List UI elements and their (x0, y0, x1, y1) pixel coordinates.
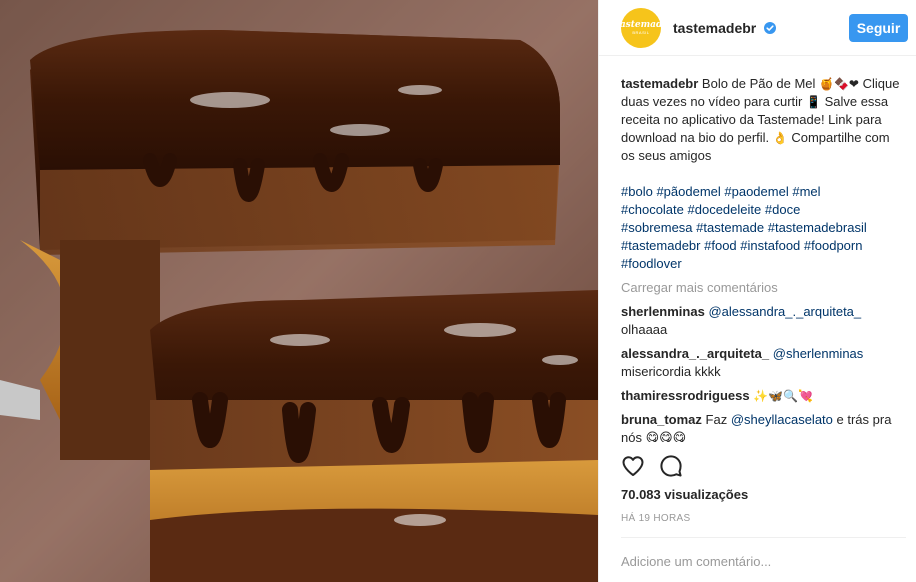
caption-username[interactable]: tastemadebr (621, 76, 698, 91)
avatar-logo-text: Tastemade (614, 20, 668, 30)
instagram-post: Tastemade BRASIL tastemadebr Seguir tast… (0, 0, 916, 582)
username-text: tastemadebr (673, 19, 757, 36)
comment: alessandra_._arquiteta_ @sherlenminas mi… (621, 345, 906, 381)
hashtag[interactable]: #tastemadebr (621, 238, 701, 253)
hashtag[interactable]: #tastemade (696, 220, 764, 235)
hashtag[interactable]: #paodemel (724, 184, 788, 199)
comment-text-before: Faz (701, 412, 731, 427)
hashtags: #bolo #pãodemel #paodemel #mel #chocolat… (621, 183, 906, 273)
follow-button[interactable]: Seguir (849, 13, 908, 42)
caption-emoji-1: 🍯🍫❤ (819, 77, 859, 91)
comment-mention[interactable]: @alessandra_._arquiteta_ (708, 304, 861, 319)
comments-list[interactable]: tastemadebr Bolo de Pão de Mel 🍯🍫❤ Cliqu… (621, 75, 906, 442)
comment-icon[interactable] (659, 454, 683, 478)
hashtag[interactable]: #sobremesa (621, 220, 693, 235)
verified-badge-icon (764, 21, 777, 34)
post-video[interactable] (0, 0, 598, 582)
comment: sherlenminas @alessandra_._arquiteta_ ol… (621, 303, 906, 339)
comment-text: olhaaaa (621, 322, 668, 337)
hashtag[interactable]: #instafood (740, 238, 800, 253)
comment: thamiressrodriguess ✨🦋🔍💘 (621, 387, 906, 405)
hashtag[interactable]: #bolo (621, 184, 653, 199)
caption: tastemadebr Bolo de Pão de Mel 🍯🍫❤ Cliqu… (621, 75, 906, 165)
comment-text: misericordia kkkk (621, 364, 721, 379)
load-more-comments-link[interactable]: Carregar mais comentários (621, 279, 906, 297)
avatar-logo-sub: BRASIL (632, 30, 650, 35)
username-link[interactable]: tastemadebr (673, 19, 777, 36)
heart-icon[interactable] (621, 454, 645, 478)
comment-mention[interactable]: @sherlenminas (773, 346, 864, 361)
comment-mention[interactable]: @sheyllacaselato (731, 412, 833, 427)
comment-username[interactable]: bruna_tomaz (621, 412, 702, 427)
avatar[interactable]: Tastemade BRASIL (614, 7, 668, 48)
views-count[interactable]: 70.083 visualizações (621, 487, 748, 502)
hashtag[interactable]: #mel (792, 184, 820, 199)
post-side-panel: Tastemade BRASIL tastemadebr Seguir tast… (598, 0, 916, 582)
caption-emoji-3: 👌 (772, 131, 788, 145)
comment-username[interactable]: alessandra_._arquiteta_ (621, 346, 769, 361)
caption-text-1: Bolo de Pão de Mel (698, 76, 820, 91)
hashtag[interactable]: #foodlover (621, 256, 682, 271)
comment-username[interactable]: sherlenminas (621, 304, 705, 319)
cake-image (0, 0, 598, 582)
post-timestamp[interactable]: HÁ 19 HORAS (621, 513, 690, 524)
comment-text: ✨🦋🔍💘 (749, 389, 814, 403)
add-comment-section (621, 537, 906, 582)
add-comment-input[interactable] (621, 553, 906, 569)
hashtag[interactable]: #chocolate (621, 202, 684, 217)
hashtag[interactable]: #tastemadebrasil (768, 220, 867, 235)
hashtag[interactable]: #foodporn (804, 238, 863, 253)
caption-emoji-2: 📱 (806, 95, 821, 109)
hashtag[interactable]: #doce (765, 202, 800, 217)
post-header: Tastemade BRASIL tastemadebr Seguir (599, 0, 916, 56)
post-actions (621, 451, 683, 481)
comment: bruna_tomaz Faz @sheyllacaselato e trás … (621, 411, 906, 442)
hashtag[interactable]: #docedeleite (688, 202, 762, 217)
hashtag[interactable]: #food (704, 238, 737, 253)
comment-username[interactable]: thamiressrodriguess (621, 388, 750, 403)
hashtag[interactable]: #pãodemel (656, 184, 720, 199)
